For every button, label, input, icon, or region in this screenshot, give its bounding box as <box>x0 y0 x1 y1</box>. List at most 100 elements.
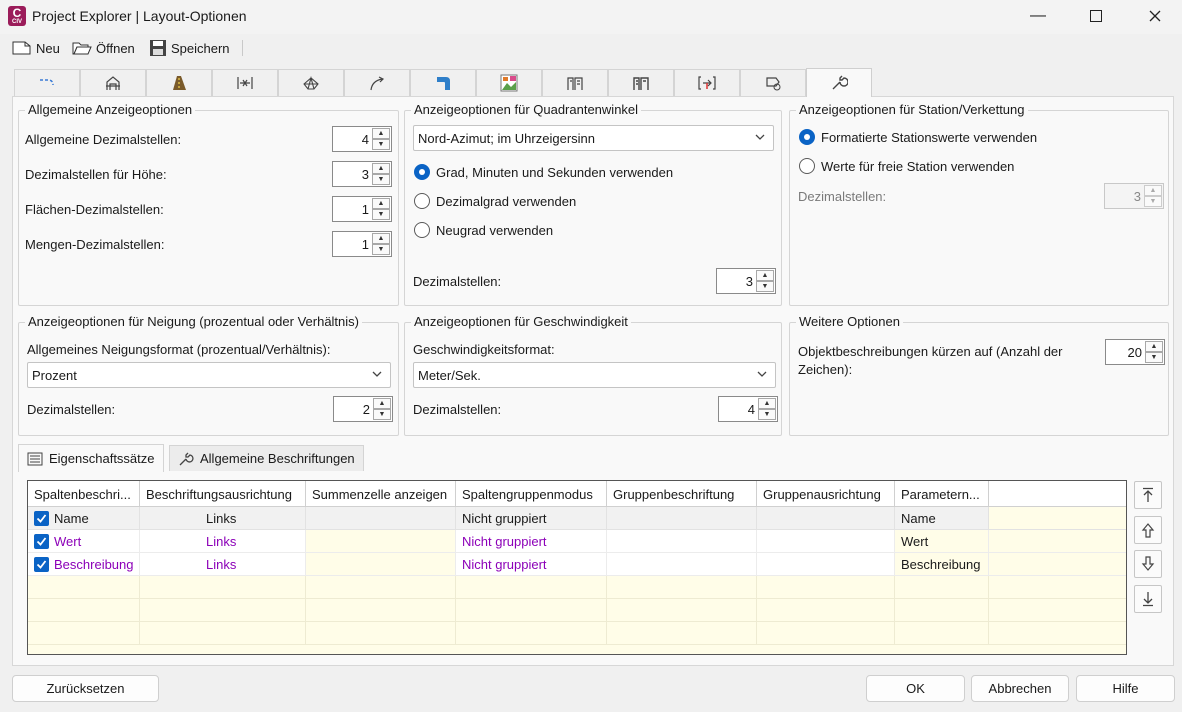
cell-sum[interactable] <box>306 553 456 576</box>
spin-down-icon[interactable]: ▼ <box>1144 196 1162 207</box>
column-header[interactable]: Parametern... <box>895 481 989 507</box>
spin-up-icon[interactable]: ▲ <box>373 398 391 409</box>
checkbox-checked-icon[interactable] <box>34 511 49 526</box>
move-bottom-button[interactable] <box>1134 585 1162 613</box>
table-row[interactable]: Beschreibung Links Nicht gruppiert Besch… <box>28 553 1126 576</box>
column-header[interactable]: Gruppenausrichtung <box>757 481 895 507</box>
spin-down-icon[interactable]: ▼ <box>372 209 390 220</box>
spin-down-icon[interactable]: ▼ <box>758 409 776 420</box>
tab-property-sets[interactable]: Eigenschaftssätze <box>18 444 164 472</box>
tab-station[interactable] <box>674 69 740 96</box>
cell-group-align[interactable] <box>757 530 895 553</box>
cell-mode[interactable]: Nicht gruppiert <box>456 507 607 530</box>
cell-group-align[interactable] <box>757 553 895 576</box>
cell-align[interactable]: Links <box>140 553 306 576</box>
cell-align[interactable]: Links <box>140 530 306 553</box>
cancel-button[interactable]: Abbrechen <box>971 675 1069 702</box>
radio-gradians[interactable]: Neugrad verwenden <box>414 222 553 238</box>
spin-up-icon[interactable]: ▲ <box>756 270 774 281</box>
cell-align[interactable]: Links <box>140 507 306 530</box>
cell-mode[interactable]: Nicht gruppiert <box>456 553 607 576</box>
spin-down-icon[interactable]: ▼ <box>372 174 390 185</box>
tab-label[interactable] <box>740 69 806 96</box>
station-decimals-spinner[interactable]: 3 ▲ ▼ <box>1104 183 1164 209</box>
tab-surface[interactable] <box>278 69 344 96</box>
checkbox-checked-icon[interactable] <box>34 557 49 572</box>
cell-param[interactable]: Name <box>895 507 989 530</box>
tab-profile[interactable] <box>212 69 278 96</box>
column-header[interactable]: Summenzelle anzeigen <box>306 481 456 507</box>
move-down-button[interactable] <box>1134 550 1162 578</box>
cell-name[interactable]: Wert <box>28 530 140 553</box>
spin-up-icon[interactable]: ▲ <box>758 398 776 409</box>
speed-format-dropdown[interactable]: Meter/Sek. <box>413 362 776 388</box>
tab-section[interactable] <box>542 69 608 96</box>
spin-down-icon[interactable]: ▼ <box>756 281 774 292</box>
spin-up-icon[interactable]: ▲ <box>1145 341 1163 352</box>
tab-section-view[interactable] <box>608 69 674 96</box>
slope-decimals-spinner[interactable]: 2 ▲ ▼ <box>333 396 393 422</box>
cell-sum[interactable] <box>306 507 456 530</box>
height-decimals-spinner[interactable]: 3 ▲ ▼ <box>332 161 392 187</box>
spin-up-icon[interactable]: ▲ <box>372 163 390 174</box>
checkbox-checked-icon[interactable] <box>34 534 49 549</box>
radio-dms[interactable]: Grad, Minuten und Sekunden verwenden <box>414 164 673 180</box>
tab-general-labels[interactable]: Allgemeine Beschriftungen <box>169 445 364 471</box>
cell-group-label[interactable] <box>607 530 757 553</box>
spin-down-icon[interactable]: ▼ <box>372 139 390 150</box>
new-button[interactable]: Neu <box>12 38 60 58</box>
cell-name[interactable]: Beschreibung <box>28 553 140 576</box>
cell-param[interactable]: Wert <box>895 530 989 553</box>
cell-group-label[interactable] <box>607 507 757 530</box>
spin-down-icon[interactable]: ▼ <box>1145 352 1163 363</box>
spin-up-icon[interactable]: ▲ <box>372 233 390 244</box>
column-header[interactable]: Beschriftungsausrichtung <box>140 481 306 507</box>
quadrant-decimals-spinner[interactable]: 3 ▲ ▼ <box>716 268 776 294</box>
save-button[interactable]: Speichern <box>149 38 230 58</box>
tab-road[interactable] <box>146 69 212 96</box>
column-header[interactable]: Gruppenbeschriftung <box>607 481 757 507</box>
spin-down-icon[interactable]: ▼ <box>373 409 391 420</box>
radio-free-station[interactable]: Werte für freie Station verwenden <box>799 158 1014 174</box>
radio-formatted-station[interactable]: Formatierte Stationswerte verwenden <box>799 129 1037 145</box>
speed-decimals-spinner[interactable]: 4 ▲ ▼ <box>718 396 778 422</box>
help-button[interactable]: Hilfe <box>1076 675 1175 702</box>
close-icon[interactable] <box>1132 0 1178 32</box>
minimize-icon[interactable]: — <box>1015 0 1061 32</box>
radio-decimal-degrees[interactable]: Dezimalgrad verwenden <box>414 193 576 209</box>
cell-name[interactable]: Name <box>28 507 140 530</box>
table-row[interactable]: Name Links Nicht gruppiert Name <box>28 507 1126 530</box>
spin-up-icon[interactable]: ▲ <box>372 198 390 209</box>
spin-down-icon[interactable]: ▼ <box>372 244 390 255</box>
slope-group: Anzeigeoptionen für Neigung (prozentual … <box>18 314 399 436</box>
column-header[interactable]: Spaltenbeschri... <box>28 481 140 507</box>
reset-button[interactable]: Zurücksetzen <box>12 675 159 702</box>
cell-group-label[interactable] <box>607 553 757 576</box>
ok-button[interactable]: OK <box>866 675 965 702</box>
open-button[interactable]: Öffnen <box>72 38 135 58</box>
spin-up-icon[interactable]: ▲ <box>372 128 390 139</box>
truncate-chars-spinner[interactable]: 20 ▲ ▼ <box>1105 339 1165 365</box>
slope-format-dropdown[interactable]: Prozent <box>27 362 391 388</box>
cell-sum[interactable] <box>306 530 456 553</box>
spin-up-icon[interactable]: ▲ <box>1144 185 1162 196</box>
cell-param[interactable]: Beschreibung <box>895 553 989 576</box>
general-decimals-spinner[interactable]: 4 ▲ ▼ <box>332 126 392 152</box>
station-decimals-label: Dezimalstellen: <box>798 189 887 204</box>
quadrant-format-dropdown[interactable]: Nord-Azimut; im Uhrzeigersinn <box>413 125 774 151</box>
tab-image[interactable] <box>476 69 542 96</box>
tab-general-settings[interactable] <box>806 68 872 97</box>
table-row[interactable]: Wert Links Nicht gruppiert Wert <box>28 530 1126 553</box>
tab-alignment[interactable] <box>14 69 80 96</box>
tab-structure[interactable] <box>80 69 146 96</box>
tab-corridor[interactable] <box>344 69 410 96</box>
cell-group-align[interactable] <box>757 507 895 530</box>
column-header[interactable]: Spaltengruppenmodus <box>456 481 607 507</box>
move-up-button[interactable] <box>1134 516 1162 544</box>
move-top-button[interactable] <box>1134 481 1162 509</box>
area-decimals-spinner[interactable]: 1 ▲ ▼ <box>332 196 392 222</box>
maximize-icon[interactable] <box>1073 0 1119 32</box>
quantity-decimals-spinner[interactable]: 1 ▲ ▼ <box>332 231 392 257</box>
cell-mode[interactable]: Nicht gruppiert <box>456 530 607 553</box>
tab-pipe[interactable] <box>410 69 476 96</box>
